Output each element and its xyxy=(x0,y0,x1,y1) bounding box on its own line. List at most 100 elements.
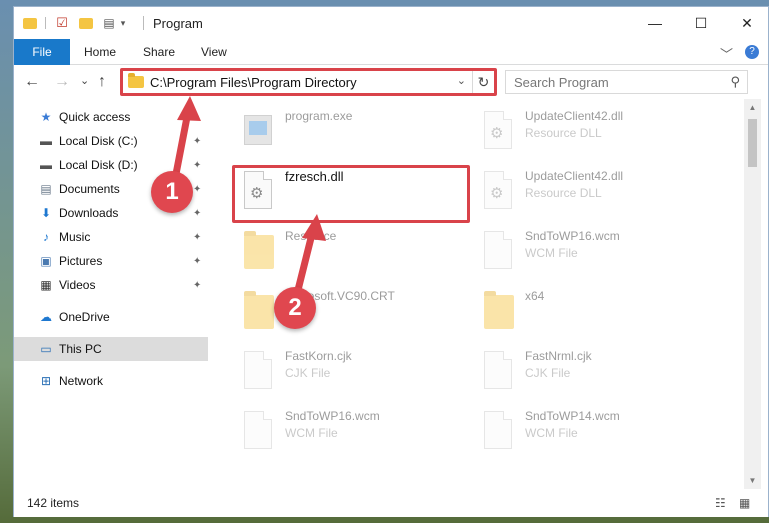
sidebar-item-label: Local Disk (C:) xyxy=(59,134,138,148)
window-title: Program xyxy=(153,16,203,31)
sidebar-item-label: Quick access xyxy=(59,110,131,124)
file-item-resource-folder[interactable]: Resource xyxy=(238,225,468,277)
sidebar-item-quick-access[interactable]: ★ Quick access xyxy=(14,105,208,129)
sidebar-item-music[interactable]: ♪ Music ✦ xyxy=(14,225,208,249)
pin-icon: ✦ xyxy=(193,159,202,171)
tab-file[interactable]: File xyxy=(14,39,70,65)
view-options-icon[interactable]: ▤ xyxy=(100,14,118,32)
navigation-bar: ← → ⌄ ↑ C:\Program Files\Program Directo… xyxy=(14,65,768,99)
search-box[interactable]: Search Program ⚲ xyxy=(505,70,748,94)
folder-icon xyxy=(244,291,274,331)
explorer-window: ☑ ▤ ▾ Program — ☐ ✕ File Home Share View… xyxy=(13,6,769,517)
step-1-badge: 1 xyxy=(151,171,193,213)
file-highlight xyxy=(232,165,470,223)
navigation-pane: ★ Quick access ▬ Local Disk (C:) ✦ ▬ Loc… xyxy=(14,99,208,489)
file-name: SndToWP14.wcm xyxy=(525,409,620,423)
dll-icon: ⚙ xyxy=(484,171,514,211)
dll-icon: ⚙ xyxy=(484,111,514,151)
file-type: Resource DLL xyxy=(525,186,602,200)
file-item-sndtowp16-wcm[interactable]: SndToWP16.wcm WCM File xyxy=(238,405,468,457)
up-button[interactable]: ↑ xyxy=(98,73,106,91)
folder-icon xyxy=(22,14,38,32)
file-name: FastKorn.cjk xyxy=(285,349,352,363)
document-icon xyxy=(484,351,514,391)
pin-icon: ✦ xyxy=(193,255,202,267)
scroll-down-icon[interactable]: ▼ xyxy=(744,476,761,485)
file-type: WCM File xyxy=(525,426,578,440)
file-item-x64-folder[interactable]: x64 xyxy=(478,285,708,337)
title-bar: ☑ ▤ ▾ Program — ☐ ✕ xyxy=(14,7,768,39)
sidebar-item-network[interactable]: ⊞ Network xyxy=(14,369,208,393)
downloads-icon: ⬇ xyxy=(40,206,52,220)
sidebar-item-label: Music xyxy=(59,230,91,244)
sidebar-item-onedrive[interactable]: ☁ OneDrive xyxy=(14,305,208,329)
sidebar-item-label: Local Disk (D:) xyxy=(59,158,138,172)
sidebar-item-label: This PC xyxy=(59,342,102,356)
expand-ribbon-icon[interactable]: ﹀ xyxy=(720,44,733,63)
file-name: SndToWP16.wcm xyxy=(285,409,380,423)
minimize-button[interactable]: — xyxy=(632,7,678,39)
scroll-thumb[interactable] xyxy=(748,119,757,167)
sidebar-item-label: OneDrive xyxy=(59,310,110,324)
tab-share[interactable]: Share xyxy=(143,45,175,59)
tab-view[interactable]: View xyxy=(201,45,227,59)
file-name: Resource xyxy=(285,229,337,243)
music-icon: ♪ xyxy=(43,230,49,244)
file-item-updateclient42-dll[interactable]: ⚙ UpdateClient42.dll Resource DLL xyxy=(478,105,708,157)
customize-toolbar-icon[interactable]: ▾ xyxy=(118,14,128,32)
sidebar-item-local-disk-c[interactable]: ▬ Local Disk (C:) ✦ xyxy=(14,129,208,153)
file-name: UpdateClient42.dll xyxy=(525,109,624,123)
sidebar-item-label: Downloads xyxy=(59,206,119,220)
properties-icon[interactable]: ☑ xyxy=(54,14,70,32)
help-icon[interactable]: ? xyxy=(745,45,759,59)
sidebar-item-this-pc[interactable]: ▭ This PC xyxy=(14,337,208,361)
forward-button[interactable]: → xyxy=(54,73,70,91)
close-button[interactable]: ✕ xyxy=(724,7,769,39)
drive-icon: ▬ xyxy=(40,134,52,148)
pin-icon: ✦ xyxy=(193,135,202,147)
search-icon[interactable]: ⚲ xyxy=(730,74,740,90)
file-name: SndToWP16.wcm xyxy=(525,229,620,243)
file-item-microsoft-vc90-crt-folder[interactable]: Microsoft.VC90.CRT xyxy=(238,285,468,337)
document-icon xyxy=(484,411,514,451)
sidebar-item-videos[interactable]: ▦ Videos ✦ xyxy=(14,273,208,297)
folder-icon xyxy=(484,291,514,331)
file-item-program-exe[interactable]: program.exe xyxy=(238,105,468,157)
large-icons-view-icon[interactable]: ▦ xyxy=(739,496,750,510)
network-icon: ⊞ xyxy=(40,374,52,388)
file-item-sndtowp16-wcm[interactable]: SndToWP16.wcm WCM File xyxy=(478,225,708,277)
search-placeholder: Search Program xyxy=(514,75,609,90)
pin-icon: ✦ xyxy=(193,231,202,243)
sidebar-item-pictures[interactable]: ▣ Pictures ✦ xyxy=(14,249,208,273)
maximize-button[interactable]: ☐ xyxy=(678,7,724,39)
details-view-icon[interactable]: ☷ xyxy=(715,496,726,510)
file-type: CJK File xyxy=(525,366,571,380)
file-item-fastnrml-cjk[interactable]: FastNrml.cjk CJK File xyxy=(478,345,708,397)
file-item-updateclient42-dll[interactable]: ⚙ UpdateClient42.dll Resource DLL xyxy=(478,165,708,217)
exe-icon xyxy=(244,111,274,151)
file-type: WCM File xyxy=(525,246,578,260)
document-icon xyxy=(244,411,274,451)
videos-icon: ▦ xyxy=(40,278,52,292)
pin-icon: ✦ xyxy=(193,279,202,291)
documents-icon: ▤ xyxy=(40,182,52,196)
file-name: UpdateClient42.dll xyxy=(525,169,624,183)
star-icon: ★ xyxy=(40,110,52,124)
scroll-up-icon[interactable]: ▲ xyxy=(744,103,761,112)
computer-icon: ▭ xyxy=(40,342,52,356)
file-item-sndtowp14-wcm[interactable]: SndToWP14.wcm WCM File xyxy=(478,405,708,457)
vertical-scrollbar[interactable]: ▲ ▼ xyxy=(744,99,761,489)
pin-icon: ✦ xyxy=(193,183,202,195)
status-bar: 142 items ☷ ▦ xyxy=(14,489,768,517)
back-button[interactable]: ← xyxy=(24,73,40,91)
recent-locations-button[interactable]: ⌄ xyxy=(80,74,89,87)
tab-home[interactable]: Home xyxy=(84,45,116,59)
cloud-icon: ☁ xyxy=(40,310,52,324)
sidebar-item-label: Documents xyxy=(59,182,120,196)
file-name: FastNrml.cjk xyxy=(525,349,592,363)
file-type: CJK File xyxy=(285,366,331,380)
file-item-fastkorn-cjk[interactable]: FastKorn.cjk CJK File xyxy=(238,345,468,397)
item-count: 142 items xyxy=(27,496,80,510)
new-folder-icon[interactable] xyxy=(78,14,94,32)
drive-icon: ▬ xyxy=(40,158,52,172)
